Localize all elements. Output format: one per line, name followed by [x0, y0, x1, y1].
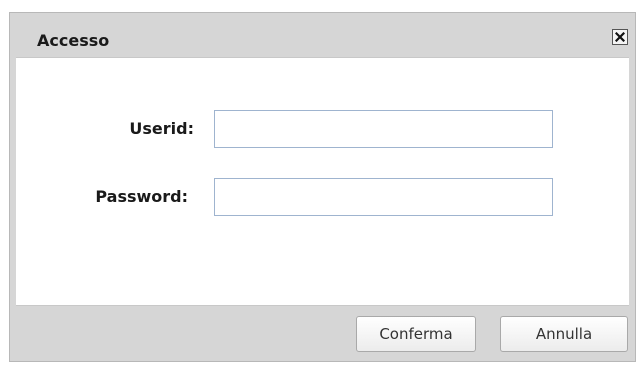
cancel-button[interactable]: Annulla	[500, 316, 628, 352]
login-dialog: Accesso Userid: Password: Conferma Annul…	[9, 12, 636, 362]
confirm-button[interactable]: Conferma	[356, 316, 476, 352]
userid-row: Userid:	[16, 110, 636, 148]
userid-input[interactable]	[214, 110, 553, 148]
dialog-content: Userid: Password:	[16, 57, 629, 306]
userid-label: Userid:	[129, 119, 194, 138]
password-row: Password:	[16, 178, 636, 216]
password-input[interactable]	[214, 178, 553, 216]
dialog-title: Accesso	[37, 31, 110, 50]
dialog-titlebar: Accesso	[16, 19, 629, 57]
close-button[interactable]	[612, 29, 628, 45]
dialog-footer: Conferma Annulla	[16, 306, 629, 355]
password-label: Password:	[95, 187, 188, 206]
close-icon	[615, 32, 625, 42]
